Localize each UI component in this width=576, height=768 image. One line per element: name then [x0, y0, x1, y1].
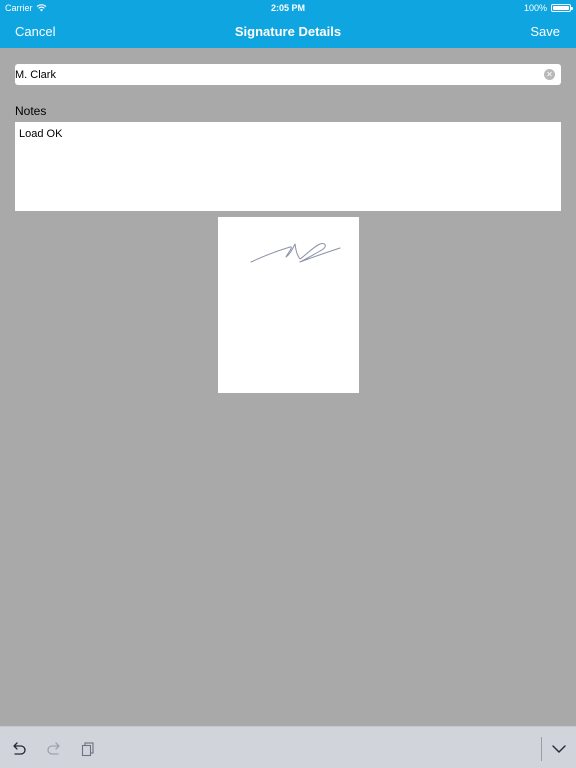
- clear-icon[interactable]: ✕: [544, 69, 555, 80]
- save-button[interactable]: Save: [530, 24, 560, 39]
- name-field[interactable]: ✕: [15, 64, 561, 85]
- notes-field[interactable]: [15, 122, 561, 211]
- signature-image: [218, 217, 359, 393]
- paste-icon[interactable]: [80, 741, 96, 757]
- redo-icon[interactable]: [46, 741, 62, 757]
- battery-fill: [553, 6, 569, 10]
- keyboard-toolbar: [0, 726, 576, 768]
- status-bar: Carrier 2:05 PM 100%: [0, 0, 576, 16]
- chevron-down-icon[interactable]: [551, 741, 567, 757]
- notes-label: Notes: [15, 104, 47, 118]
- name-input[interactable]: [15, 64, 535, 85]
- toolbar-divider: [541, 737, 542, 761]
- notes-input[interactable]: [15, 122, 561, 211]
- top-bar: Carrier 2:05 PM 100% Cancel Signature De…: [0, 0, 576, 48]
- undo-icon[interactable]: [11, 741, 27, 757]
- navigation-bar: Cancel Signature Details Save: [0, 18, 576, 46]
- signature-stroke: [250, 243, 341, 263]
- page-title: Signature Details: [234, 24, 342, 39]
- status-time: 2:05 PM: [270, 3, 305, 13]
- battery-percent: 100%: [523, 3, 547, 13]
- battery-icon: [551, 4, 573, 12]
